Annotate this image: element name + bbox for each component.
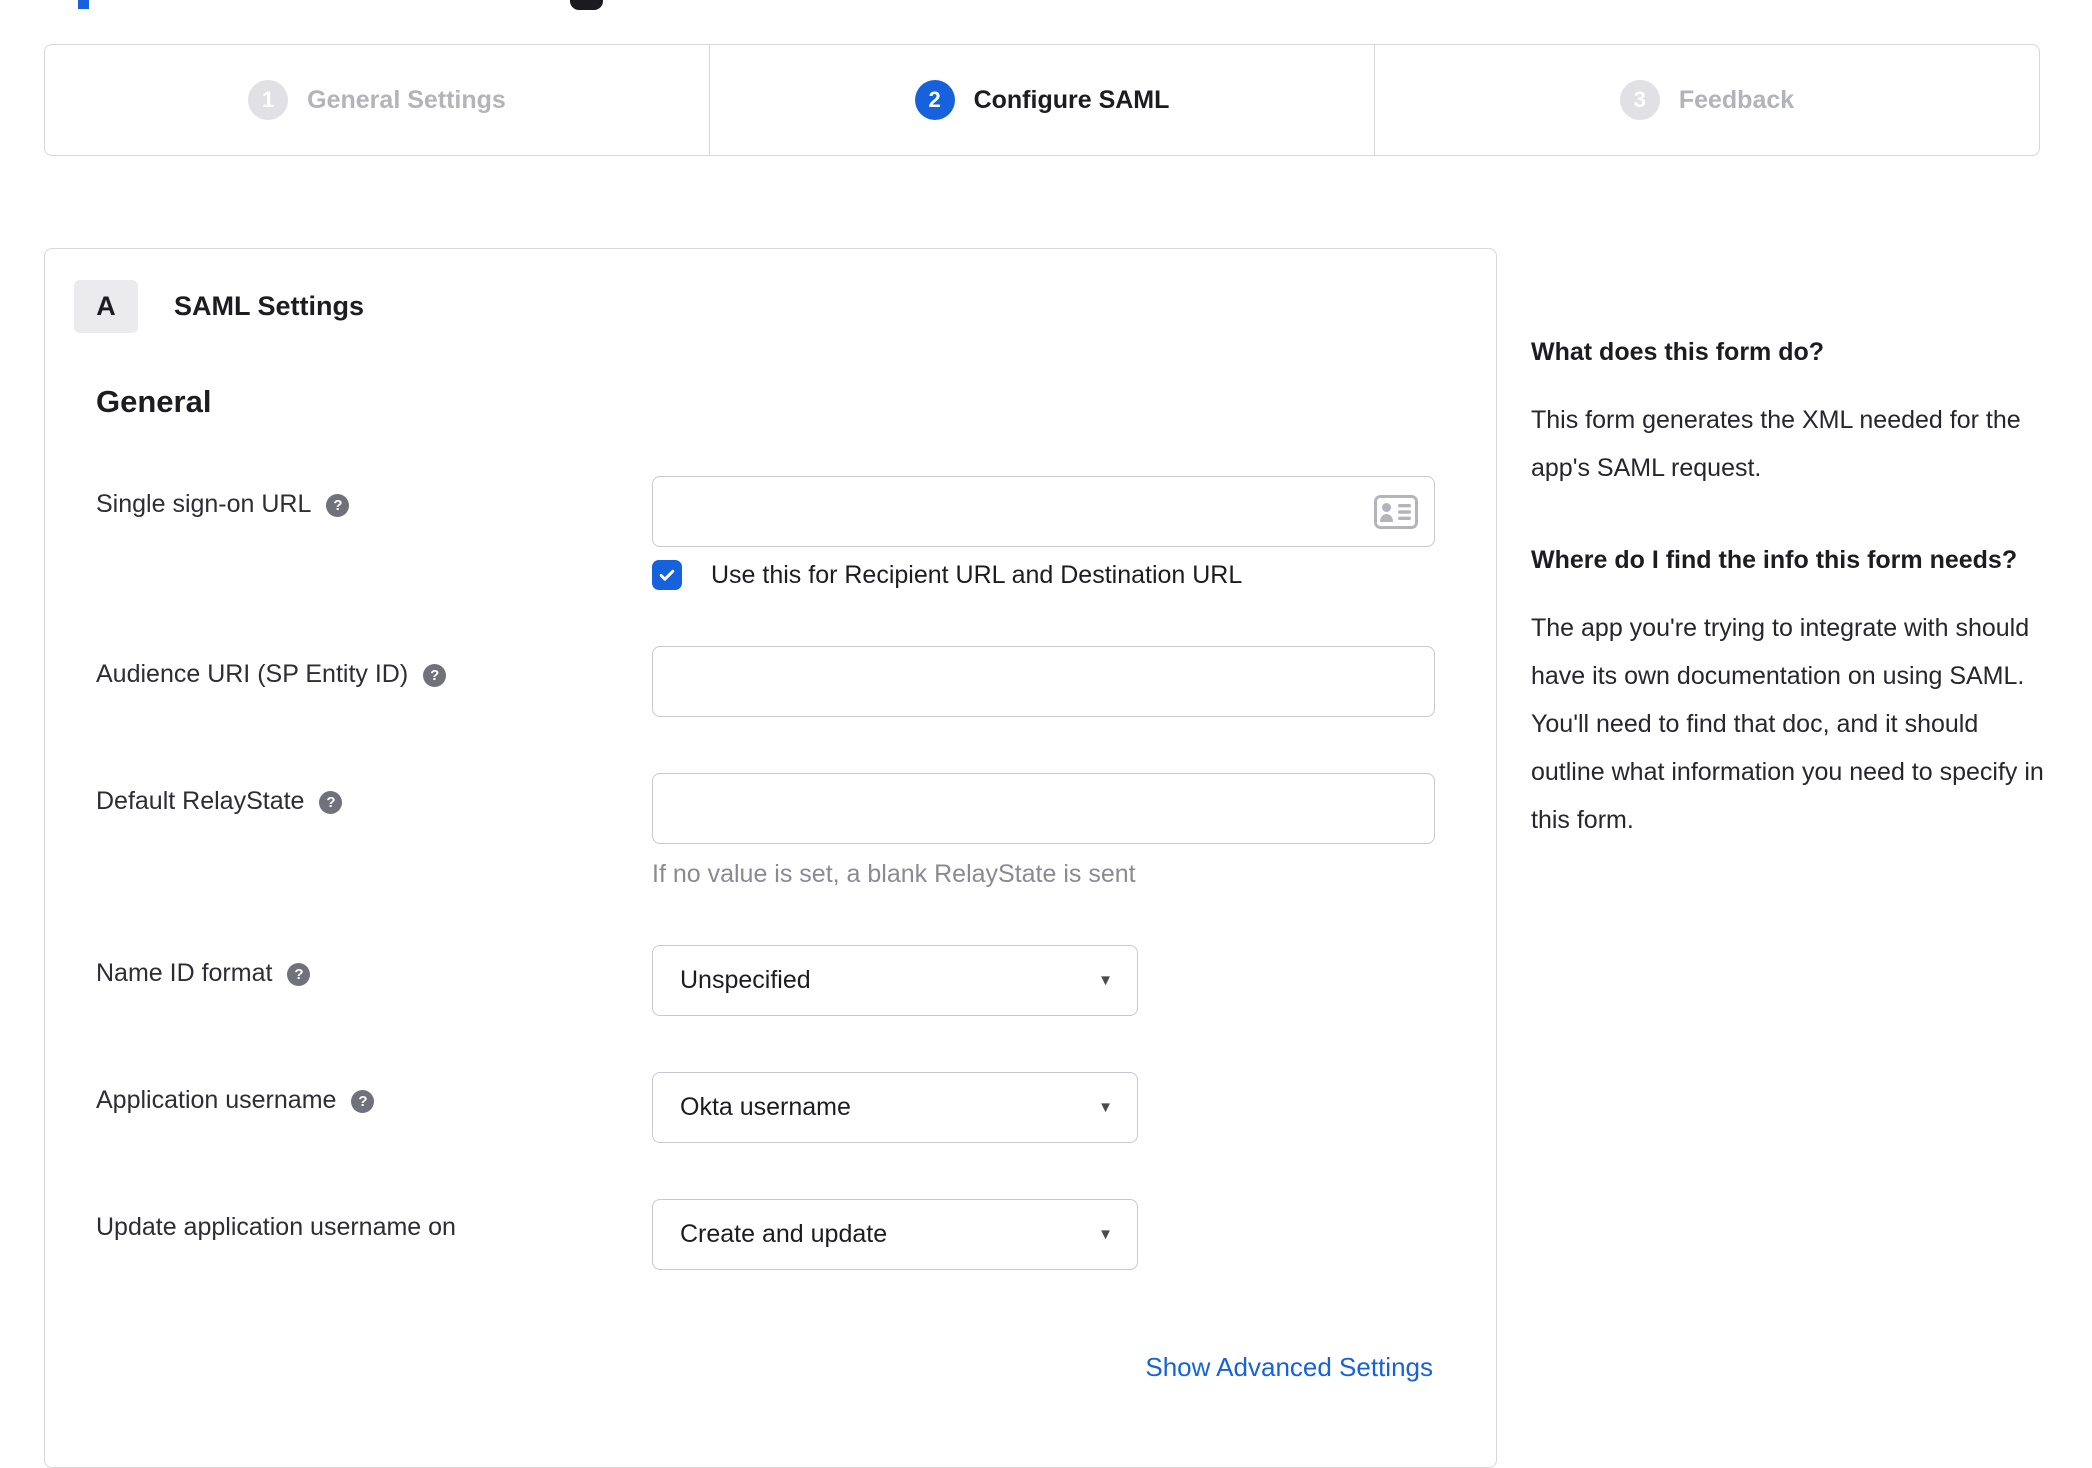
card-header: A SAML Settings	[74, 280, 1496, 333]
help-icon[interactable]: ?	[319, 791, 343, 814]
name-id-format-selected-value: Unspecified	[680, 966, 811, 994]
step-label: Configure SAML	[973, 85, 1170, 114]
chevron-down-icon: ▼	[1098, 1226, 1113, 1243]
advanced-settings-row: Show Advanced Settings	[96, 1352, 1433, 1383]
step-general-settings: 1 General Settings	[45, 45, 709, 155]
step-feedback: 3 Feedback	[1374, 45, 2039, 155]
audience-uri-control	[652, 646, 1435, 717]
show-advanced-settings-link[interactable]: Show Advanced Settings	[1145, 1352, 1433, 1383]
help-icon[interactable]: ?	[287, 963, 311, 986]
checkmark-icon	[659, 569, 675, 581]
sso-url-label: Single sign-on URL	[96, 490, 312, 518]
update-application-username-label: Update application username on	[96, 1213, 456, 1241]
help-answer-2: The app you're trying to integrate with …	[1531, 614, 2044, 834]
relay-state-input[interactable]	[652, 773, 1435, 844]
update-application-username-row: Update application username on Create an…	[96, 1199, 1433, 1270]
audience-uri-row: Audience URI (SP Entity ID) ?	[96, 646, 1435, 717]
application-username-label-wrap: Application username ?	[96, 1072, 652, 1143]
name-id-format-select[interactable]: Unspecified ▼	[652, 945, 1138, 1016]
help-question-2: Where do I find the info this form needs…	[1531, 546, 2018, 574]
step-configure-saml: 2 Configure SAML	[709, 45, 1374, 155]
relay-state-row: Default RelayState ? If no value is set,…	[96, 773, 1435, 889]
help-sidebar: What does this form do? This form genera…	[1531, 330, 2045, 844]
application-username-select[interactable]: Okta username ▼	[652, 1072, 1138, 1143]
update-application-username-select[interactable]: Create and update ▼	[652, 1199, 1138, 1270]
audience-uri-input[interactable]	[652, 646, 1435, 717]
wizard-stepper: 1 General Settings 2 Configure SAML 3 Fe…	[44, 44, 2040, 156]
recipient-url-checkbox-row: Use this for Recipient URL and Destinati…	[652, 560, 1435, 590]
chevron-down-icon: ▼	[1098, 1099, 1113, 1116]
section-a-badge: A	[74, 280, 138, 333]
help-icon[interactable]: ?	[351, 1090, 375, 1113]
saml-form: General Single sign-on URL ? Use this fo…	[96, 384, 1435, 1383]
cropped-blue-artifact	[78, 0, 89, 9]
section-title: SAML Settings	[174, 291, 365, 321]
step-label: General Settings	[307, 85, 506, 114]
update-application-username-label-wrap: Update application username on	[96, 1199, 652, 1270]
sso-url-label-wrap: Single sign-on URL ?	[96, 476, 652, 590]
relay-state-label: Default RelayState	[96, 787, 305, 815]
step-number-badge: 3	[1619, 80, 1660, 120]
cropped-app-logo-artifact	[570, 0, 603, 10]
application-username-control: Okta username ▼	[652, 1072, 1433, 1143]
name-id-format-row: Name ID format ? Unspecified ▼	[96, 945, 1433, 1016]
update-application-username-selected-value: Create and update	[680, 1220, 888, 1248]
help-answer-1: This form generates the XML needed for t…	[1531, 406, 2021, 482]
saml-settings-card: A SAML Settings General Single sign-on U…	[44, 248, 1497, 1468]
sso-url-control: Use this for Recipient URL and Destinati…	[652, 476, 1435, 590]
name-id-format-label-wrap: Name ID format ?	[96, 945, 652, 1016]
name-id-format-label: Name ID format	[96, 959, 273, 987]
help-icon[interactable]: ?	[423, 664, 447, 687]
relay-state-hint: If no value is set, a blank RelayState i…	[652, 860, 1136, 888]
name-id-format-control: Unspecified ▼	[652, 945, 1433, 1016]
contact-card-icon	[1374, 494, 1418, 529]
application-username-label: Application username	[96, 1086, 337, 1114]
help-question-1: What does this form do?	[1531, 338, 1825, 366]
application-username-row: Application username ? Okta username ▼	[96, 1072, 1433, 1143]
audience-uri-label-wrap: Audience URI (SP Entity ID) ?	[96, 646, 652, 717]
relay-state-label-wrap: Default RelayState ?	[96, 773, 652, 889]
recipient-url-checkbox-label: Use this for Recipient URL and Destinati…	[711, 560, 1243, 589]
relay-state-control: If no value is set, a blank RelayState i…	[652, 773, 1435, 889]
step-label: Feedback	[1678, 85, 1795, 114]
step-number-badge: 1	[248, 80, 289, 120]
chevron-down-icon: ▼	[1098, 972, 1113, 989]
audience-uri-label: Audience URI (SP Entity ID)	[96, 660, 409, 688]
application-username-selected-value: Okta username	[680, 1093, 851, 1121]
sso-url-row: Single sign-on URL ? Use this for Recipi…	[96, 476, 1435, 590]
general-group-heading: General	[96, 384, 212, 419]
sso-url-input[interactable]	[652, 476, 1435, 547]
recipient-url-checkbox[interactable]	[652, 560, 682, 590]
update-application-username-control: Create and update ▼	[652, 1199, 1433, 1270]
help-icon[interactable]: ?	[326, 494, 350, 517]
step-number-badge: 2	[914, 80, 955, 120]
